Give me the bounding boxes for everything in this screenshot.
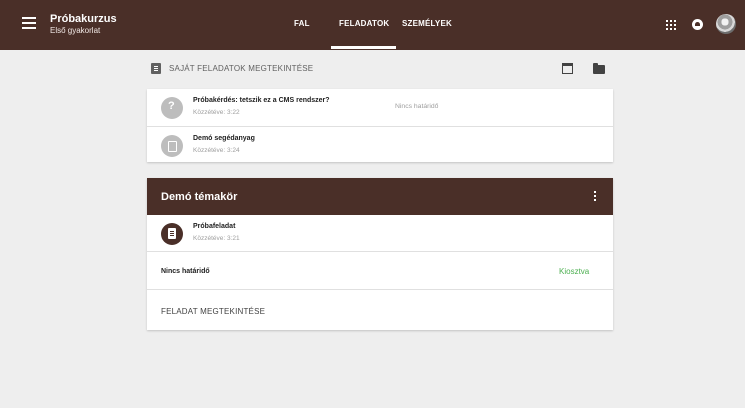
view-task-link[interactable]: FELADAT MEGTEKINTÉSE xyxy=(161,307,265,316)
active-tab-indicator xyxy=(331,46,396,49)
item-title: Próbakérdés: tetszik ez a CMS rendszer? xyxy=(193,97,330,104)
material-icon xyxy=(161,135,183,157)
apps-icon[interactable] xyxy=(666,20,676,30)
menu-icon[interactable] xyxy=(22,17,36,29)
item-published: Közzétéve: 3:24 xyxy=(193,147,240,154)
more-vert-icon[interactable] xyxy=(594,191,597,202)
topic-card: Demó témakör Próbafeladat Közzétéve: 3:2… xyxy=(147,178,613,330)
item-published: Közzétéve: 3:22 xyxy=(193,109,240,116)
assignment-icon xyxy=(151,63,161,74)
topic-title: Demó témakör xyxy=(161,191,238,203)
top-app-bar: Próbakurzus Első gyakorlat FAL FELADATOK… xyxy=(0,0,745,50)
task-title: Próbafeladat xyxy=(193,223,236,230)
own-tasks-row: SAJÁT FELADATOK MEGTEKINTÉSE xyxy=(151,60,612,80)
folder-icon[interactable] xyxy=(593,63,605,74)
course-title: Próbakurzus xyxy=(50,13,117,25)
tab-szemelyek[interactable]: SZEMÉLYEK xyxy=(402,19,452,28)
deadline-row: Nincs határidő Kiosztva xyxy=(147,252,613,290)
topic-header: Demó témakör xyxy=(147,178,613,215)
status-label: Kiosztva xyxy=(559,267,590,276)
avatar[interactable] xyxy=(716,14,736,34)
question-icon xyxy=(161,97,183,119)
task-row[interactable]: Próbafeladat Közzétéve: 3:21 xyxy=(147,215,613,252)
item-title: Demó segédanyag xyxy=(193,135,255,142)
assignment-icon xyxy=(161,223,183,245)
task-published: Közzétéve: 3:21 xyxy=(193,235,240,242)
notification-icon[interactable] xyxy=(692,19,703,30)
tab-fal[interactable]: FAL xyxy=(294,19,310,28)
deadline-label: Nincs határidő xyxy=(161,268,210,275)
list-item[interactable]: Próbakérdés: tetszik ez a CMS rendszer? … xyxy=(147,89,613,126)
course-header[interactable]: Próbakurzus Első gyakorlat xyxy=(50,14,117,35)
list-item[interactable]: Demó segédanyag Közzétéve: 3:24 xyxy=(147,126,613,163)
own-tasks-link[interactable]: SAJÁT FELADATOK MEGTEKINTÉSE xyxy=(169,64,313,73)
course-subtitle: Első gyakorlat xyxy=(50,26,101,35)
ungrouped-items-card: Próbakérdés: tetszik ez a CMS rendszer? … xyxy=(147,89,613,162)
item-due: Nincs határidő xyxy=(395,103,439,110)
tab-feladatok[interactable]: FELADATOK xyxy=(339,19,389,28)
calendar-icon[interactable] xyxy=(562,63,573,74)
